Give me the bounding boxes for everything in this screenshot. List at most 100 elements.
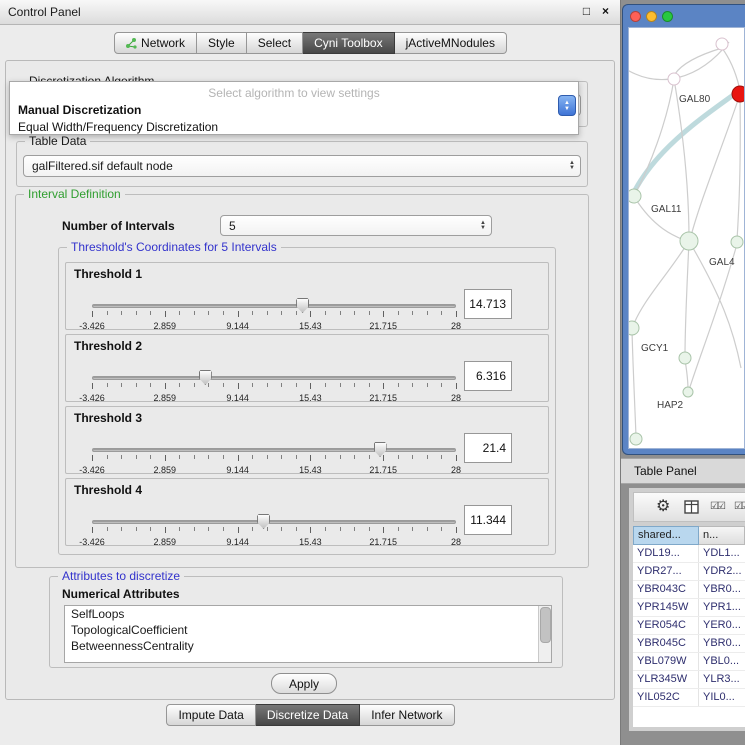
attribute-list-item[interactable]: SelfLoops	[65, 606, 551, 622]
network-node[interactable]	[679, 352, 691, 364]
table-cell[interactable]: YDR2...	[699, 563, 745, 580]
tick-mark	[208, 311, 209, 315]
tab-impute-data[interactable]: Impute Data	[166, 704, 255, 726]
table-cell[interactable]: YER054C	[633, 617, 699, 634]
algorithm-option-equal-width[interactable]: Equal Width/Frequency Discretization	[10, 120, 578, 134]
tick-mark	[107, 311, 108, 315]
minimize-traffic-light[interactable]	[646, 11, 657, 22]
apply-button[interactable]: Apply	[271, 673, 337, 694]
tick-mark	[238, 311, 239, 317]
attribute-list-item[interactable]: BetweennessCentrality	[65, 638, 551, 654]
threshold-slider[interactable]: -3.4262.8599.14415.4321.71528	[92, 511, 456, 547]
table-cell[interactable]: YDL19...	[633, 545, 699, 562]
table-cell[interactable]: YBR045C	[633, 635, 699, 652]
table-row[interactable]: YIL052CYIL0...	[633, 689, 745, 707]
scrollbar-thumb[interactable]	[540, 607, 551, 643]
tick-mark	[369, 527, 370, 531]
tab-style[interactable]: Style	[197, 32, 247, 54]
network-canvas[interactable]: GAL80GAL11GAL4GCY1HAP2	[628, 27, 745, 449]
column-header-shared[interactable]: shared...	[633, 526, 699, 545]
table-cell[interactable]: YDR27...	[633, 563, 699, 580]
close-traffic-light[interactable]	[630, 11, 641, 22]
network-node[interactable]	[683, 387, 693, 397]
columns-icon[interactable]	[684, 500, 699, 514]
top-tab-bar: Network Style Select Cyni Toolbox jActiv…	[0, 32, 621, 54]
tab-label: Impute Data	[178, 708, 243, 722]
attributes-group: Attributes to discretize Numerical Attri…	[49, 576, 563, 668]
num-intervals-combobox[interactable]: 5 ▲▼	[220, 215, 492, 236]
tab-jactivemnodules[interactable]: jActiveMNodules	[395, 32, 507, 54]
select-rows-icon[interactable]: ☑☑	[710, 501, 724, 512]
attribute-list-item[interactable]: TopologicalCoefficient	[65, 622, 551, 638]
table-cell[interactable]: YER0...	[699, 617, 745, 634]
table-row[interactable]: YBR045CYBR0...	[633, 635, 745, 653]
table-cell[interactable]: YPR1...	[699, 599, 745, 616]
slider-track[interactable]	[92, 304, 456, 308]
table-row[interactable]: YBL079WYBL0...	[633, 653, 745, 671]
table-cell[interactable]: YBL079W	[633, 653, 699, 670]
table-data-combobox[interactable]: galFiltered.sif default node ▲▼	[23, 155, 581, 177]
table-cell[interactable]: YBR043C	[633, 581, 699, 598]
combobox-stepper[interactable]: ▲ ▼	[558, 95, 576, 116]
tick-mark	[238, 527, 239, 533]
attributes-list[interactable]: SelfLoopsTopologicalCoefficientBetweenne…	[64, 605, 552, 663]
table-row[interactable]: YER054CYER0...	[633, 617, 745, 635]
table-cell[interactable]: YBR0...	[699, 635, 745, 652]
table-cell[interactable]: YLR345W	[633, 671, 699, 688]
tick-mark	[340, 527, 341, 531]
threshold-slider[interactable]: -3.4262.8599.14415.4321.71528	[92, 367, 456, 403]
threshold-value-field[interactable]: 11.344	[464, 505, 512, 535]
gear-icon[interactable]: ⚙	[656, 496, 670, 516]
select-all-icon[interactable]: ☑☑	[734, 501, 745, 512]
threshold-value-field[interactable]: 6.316	[464, 361, 512, 391]
tab-select[interactable]: Select	[247, 32, 303, 54]
network-node[interactable]	[630, 433, 642, 445]
network-node[interactable]	[732, 86, 745, 102]
zoom-traffic-light[interactable]	[662, 11, 673, 22]
table-cell[interactable]: YIL0...	[699, 689, 745, 706]
table-panel-header: Table Panel	[621, 458, 745, 484]
threshold-slider[interactable]: -3.4262.8599.14415.4321.71528	[92, 295, 456, 331]
threshold-slider[interactable]: -3.4262.8599.14415.4321.71528	[92, 439, 456, 475]
tick-label: 9.144	[226, 537, 249, 547]
network-node-label: HAP2	[657, 400, 684, 411]
threshold-panel: Threshold 3 -3.4262.8599.14415.4321.7152…	[65, 406, 549, 474]
threshold-value-field[interactable]: 21.4	[464, 433, 512, 463]
table-cell[interactable]: YDL1...	[699, 545, 745, 562]
table-row[interactable]: YDL19...YDL1...	[633, 545, 745, 563]
tab-network[interactable]: Network	[114, 32, 197, 54]
network-node[interactable]	[731, 236, 743, 248]
tab-infer-network[interactable]: Infer Network	[360, 704, 454, 726]
threshold-value-field[interactable]: 14.713	[464, 289, 512, 319]
scrollbar[interactable]	[538, 606, 551, 662]
table-row[interactable]: YBR043CYBR0...	[633, 581, 745, 599]
restore-icon[interactable]: □	[579, 4, 594, 19]
tab-cyni-toolbox[interactable]: Cyni Toolbox	[303, 32, 394, 54]
table-row[interactable]: YPR145WYPR1...	[633, 599, 745, 617]
table-cell[interactable]: YPR145W	[633, 599, 699, 616]
tab-discretize-data[interactable]: Discretize Data	[256, 704, 360, 726]
slider-track[interactable]	[92, 448, 456, 452]
table-cell[interactable]: YBR0...	[699, 581, 745, 598]
table-cell[interactable]: YLR3...	[699, 671, 745, 688]
network-node[interactable]	[716, 38, 728, 50]
close-icon[interactable]: ×	[598, 4, 613, 19]
network-node[interactable]	[629, 189, 641, 203]
tick-label: 2.859	[154, 321, 177, 331]
tick-mark	[281, 527, 282, 531]
slider-tick-labels: -3.4262.8599.14415.4321.71528	[92, 393, 456, 403]
tick-label: 9.144	[226, 393, 249, 403]
table-row[interactable]: YLR345WYLR3...	[633, 671, 745, 689]
tick-mark	[354, 455, 355, 459]
column-header-name[interactable]: n...	[699, 526, 745, 545]
network-node[interactable]	[629, 321, 639, 335]
table-row[interactable]: YDR27...YDR2...	[633, 563, 745, 581]
table-cell[interactable]: YIL052C	[633, 689, 699, 706]
table-cell[interactable]: YBL0...	[699, 653, 745, 670]
network-node[interactable]	[668, 73, 680, 85]
algorithm-option-manual[interactable]: Manual Discretization	[10, 103, 578, 117]
slider-track[interactable]	[92, 520, 456, 524]
network-node[interactable]	[680, 232, 698, 250]
tick-mark	[150, 383, 151, 387]
slider-track[interactable]	[92, 376, 456, 380]
